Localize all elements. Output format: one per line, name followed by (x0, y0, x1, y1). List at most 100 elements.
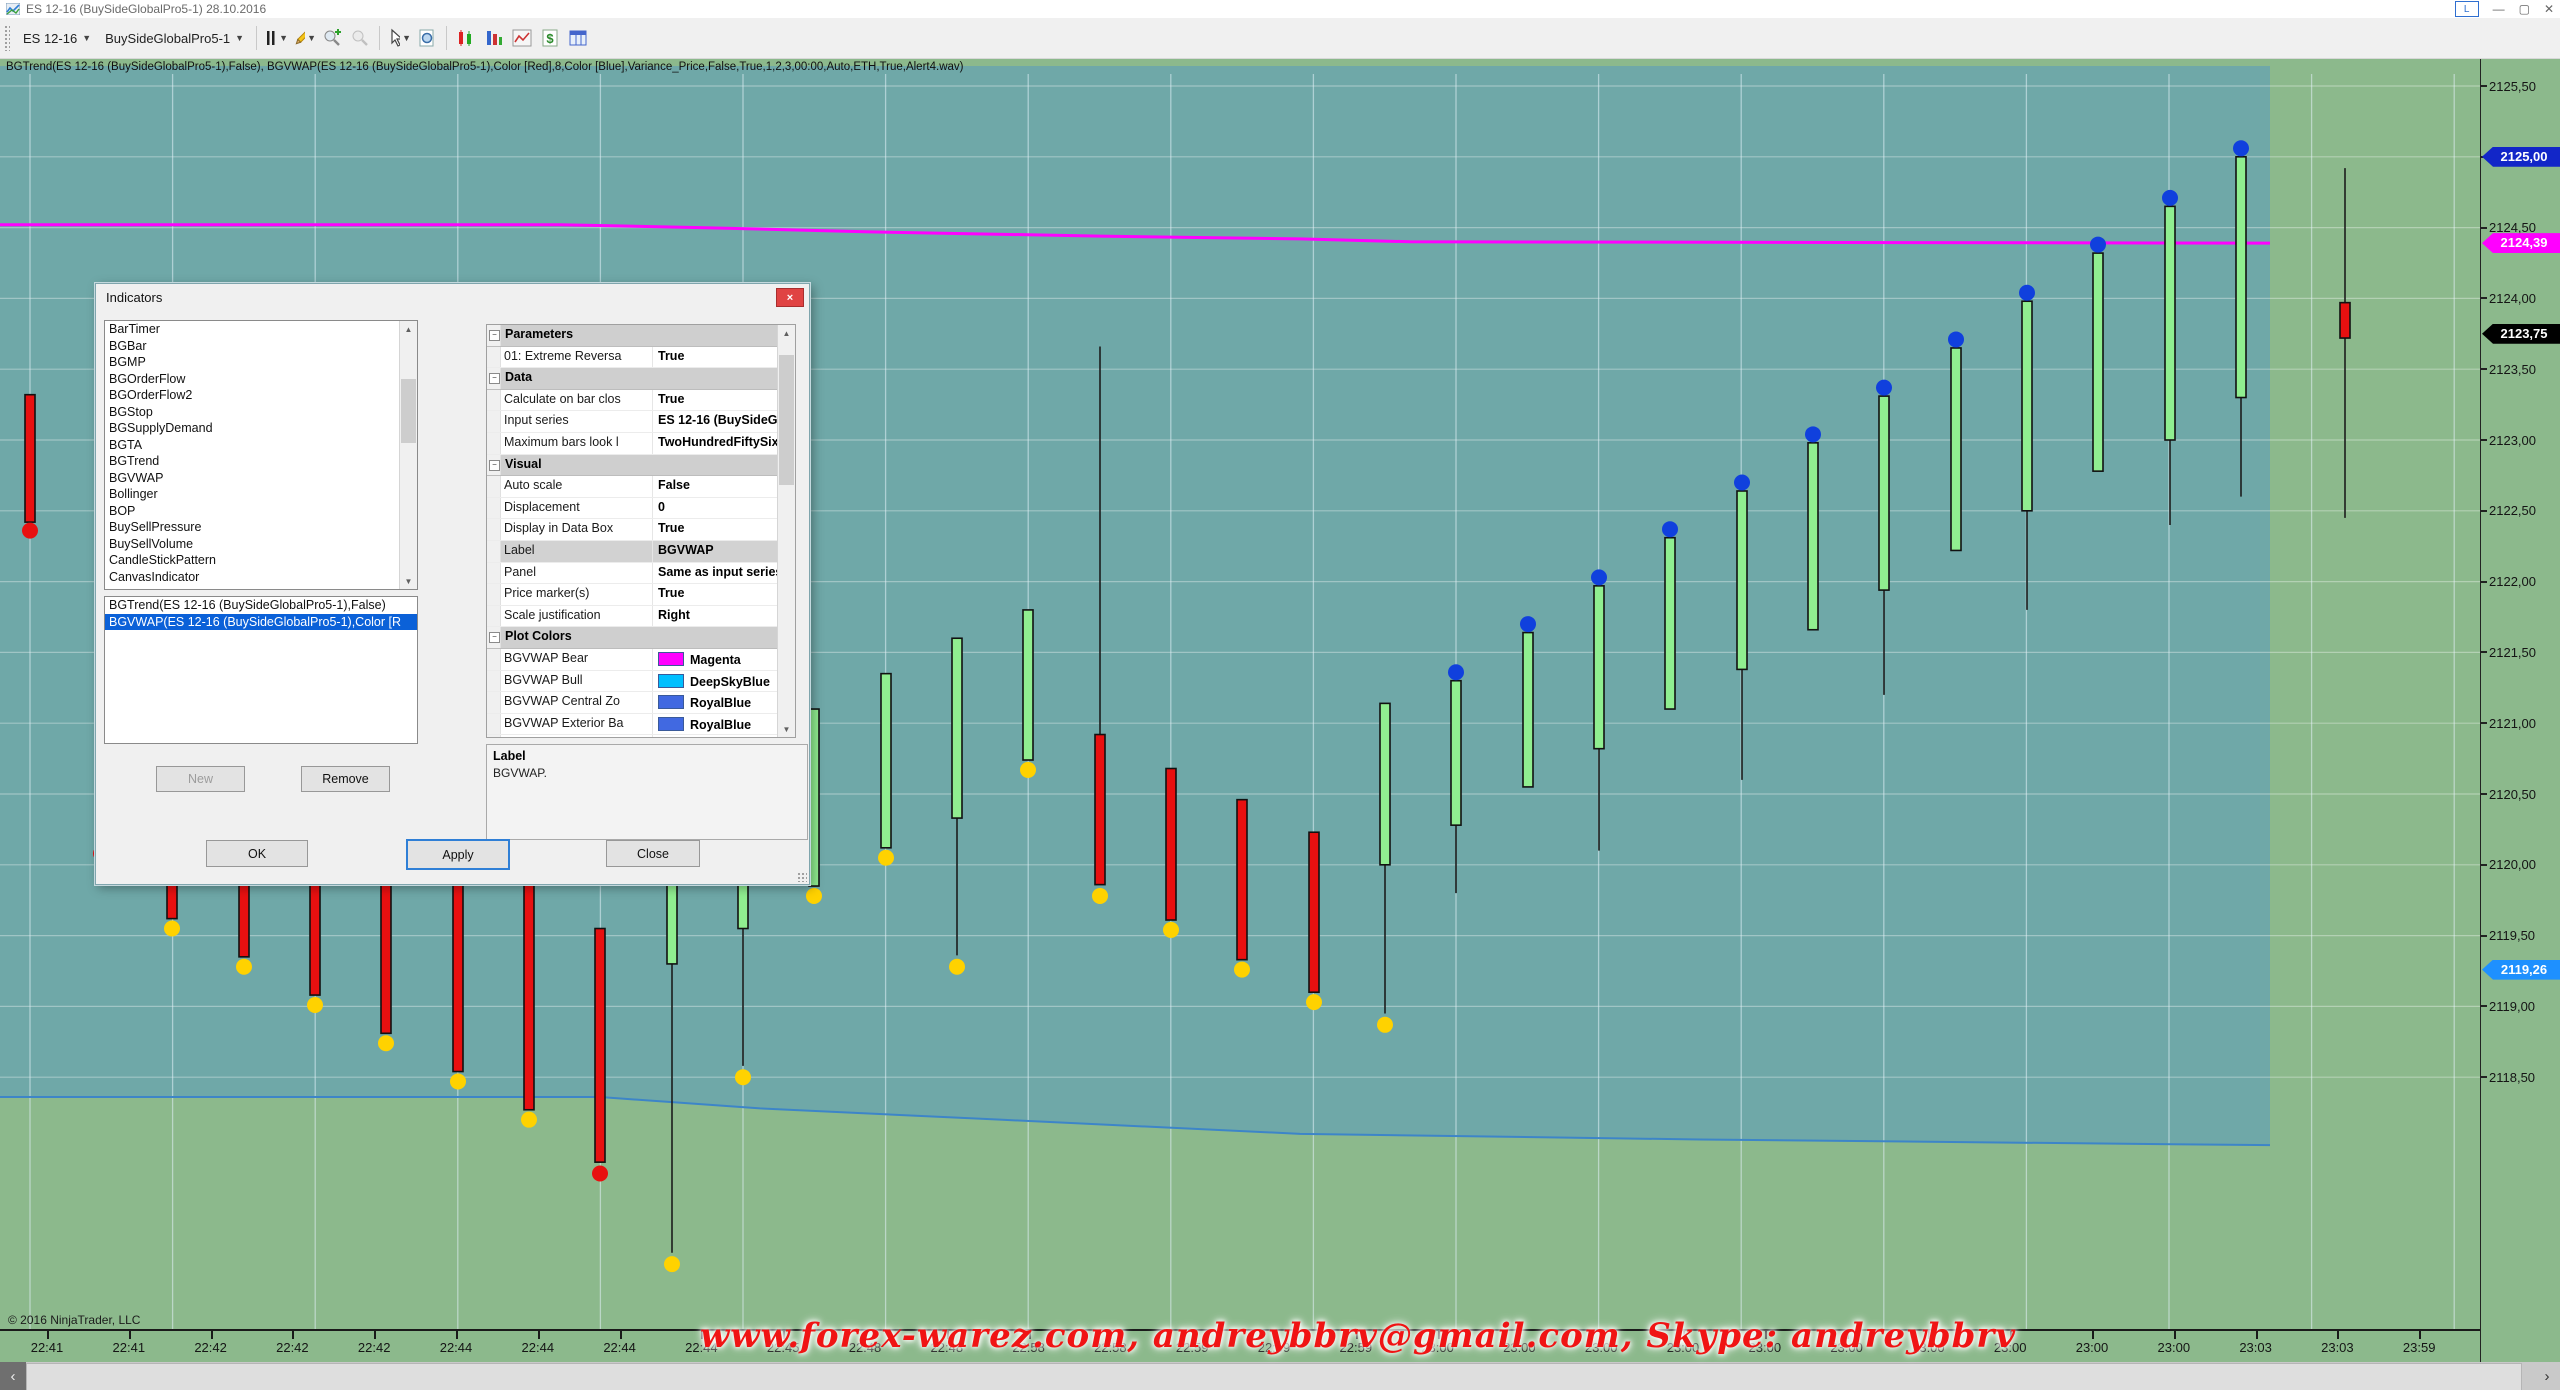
scroll-right-icon[interactable]: › (2534, 1362, 2560, 1390)
property-grid[interactable]: −Parameters01: Extreme ReversaTrue−DataC… (486, 324, 796, 738)
collapse-icon[interactable]: − (489, 632, 500, 643)
property-row[interactable]: Display in Data BoxTrue (487, 519, 795, 541)
property-group-header[interactable]: −Data (487, 368, 795, 390)
configured-indicator-item[interactable]: BGVWAP(ES 12-16 (BuySideGlobalPro5-1),Co… (105, 614, 417, 631)
property-row[interactable]: BGVWAP Exterior BaNavy (487, 735, 795, 738)
grid-scrollbar[interactable]: ▲ ▼ (777, 325, 795, 737)
property-row[interactable]: BGVWAP Central ZoRoyalBlue (487, 692, 795, 714)
indicator-list-item[interactable]: BGStop (105, 404, 417, 421)
cursor-icon[interactable]: ▼ (387, 26, 411, 50)
axis-tick (2481, 935, 2487, 937)
indicator-list-item[interactable]: BGTrend (105, 453, 417, 470)
time-axis-label: 22:41 (22, 1340, 72, 1355)
bar-marker-dot-yellow (450, 1073, 466, 1089)
close-icon[interactable]: ✕ (2544, 2, 2554, 16)
new-button[interactable]: New (156, 766, 245, 792)
property-group-header[interactable]: −Visual (487, 455, 795, 477)
price-axis[interactable]: 2125,502125,002124,502124,002123,502123,… (2480, 58, 2560, 1362)
price-bar-up (2236, 157, 2246, 398)
scrollbar-thumb[interactable] (401, 379, 416, 443)
collapse-icon[interactable]: − (489, 460, 500, 471)
bar-marker-dot-blue (1520, 616, 1536, 632)
property-row[interactable]: Calculate on bar closTrue (487, 390, 795, 412)
collapse-icon[interactable]: − (489, 373, 500, 384)
indicator-list-item[interactable]: BOP (105, 503, 417, 520)
property-row[interactable]: Auto scaleFalse (487, 476, 795, 498)
grid-panel-icon[interactable] (566, 26, 590, 50)
indicator-list-item[interactable]: CanvasIndicator (105, 569, 417, 586)
scroll-down-icon[interactable]: ▼ (778, 721, 795, 737)
zoom-out-icon[interactable] (348, 26, 372, 50)
list-scrollbar[interactable]: ▲ ▼ (399, 321, 417, 589)
axis-tick (2481, 510, 2487, 512)
property-row[interactable]: Input seriesES 12-16 (BuySideGl (487, 411, 795, 433)
horizontal-scrollbar[interactable]: ‹ › (0, 1362, 2560, 1390)
indicator-list-item[interactable]: BarTimer (105, 321, 417, 338)
scroll-up-icon[interactable]: ▲ (400, 321, 417, 337)
bar-marker-dot-blue (1948, 331, 1964, 347)
configured-indicator-item[interactable]: BGTrend(ES 12-16 (BuySideGlobalPro5-1),F… (105, 597, 417, 614)
property-row[interactable]: Displacement0 (487, 498, 795, 520)
property-row[interactable]: BGVWAP BullDeepSkyBlue (487, 671, 795, 693)
indicator-list-item[interactable]: BGMP (105, 354, 417, 371)
indicator-list-item[interactable]: BuySellVolume (105, 536, 417, 553)
property-row[interactable]: Scale justificationRight (487, 606, 795, 628)
close-button[interactable]: Close (606, 840, 700, 867)
indicator-list-item[interactable]: BGOrderFlow (105, 371, 417, 388)
dialog-close-icon[interactable]: × (776, 288, 804, 307)
bar-marker-dot-yellow (664, 1256, 680, 1272)
toolbar-separator (446, 26, 447, 50)
minimize-icon[interactable]: — (2493, 2, 2505, 16)
link-button[interactable]: L (2455, 1, 2479, 17)
zoom-in-icon[interactable] (320, 26, 344, 50)
remove-button[interactable]: Remove (301, 766, 390, 792)
scrollbar-thumb[interactable] (26, 1363, 2522, 1390)
bar-type-icon[interactable]: ▼ (264, 26, 288, 50)
scrollbar-thumb[interactable] (779, 355, 794, 485)
apply-button[interactable]: Apply (406, 839, 510, 870)
dialog-titlebar[interactable]: Indicators (96, 284, 809, 310)
price-bar-up (2022, 301, 2032, 511)
price-bar-up (1380, 703, 1390, 864)
price-bar-up (2093, 253, 2103, 471)
available-indicators-list[interactable]: BarTimerBGBarBGMPBGOrderFlowBGOrderFlow2… (104, 320, 418, 590)
indicator-list-item[interactable]: Bollinger (105, 486, 417, 503)
property-row[interactable]: Price marker(s)True (487, 584, 795, 606)
property-row[interactable]: Maximum bars look lTwoHundredFiftySix (487, 433, 795, 455)
indicator-list-item[interactable]: BGOrderFlow2 (105, 387, 417, 404)
time-axis-label: 23:00 (2149, 1340, 2199, 1355)
line-chart-icon[interactable] (510, 26, 534, 50)
property-row[interactable]: 01: Extreme ReversaTrue (487, 347, 795, 369)
configured-indicators-list[interactable]: BGTrend(ES 12-16 (BuySideGlobalPro5-1),F… (104, 596, 418, 744)
indicator-list-item[interactable]: CandleStickPattern (105, 552, 417, 569)
chevron-down-icon: ▼ (402, 33, 411, 43)
ok-button[interactable]: OK (206, 840, 308, 867)
collapse-icon[interactable]: − (489, 330, 500, 341)
chart-toolbar: ES 12-16▼ BuySideGlobalPro5-1▼ ▼▼▼$ (0, 18, 2560, 59)
strategy-dropdown[interactable]: BuySideGlobalPro5-1▼ (98, 28, 251, 49)
scroll-down-icon[interactable]: ▼ (400, 573, 417, 589)
instrument-dropdown[interactable]: ES 12-16▼ (16, 28, 98, 49)
property-group-header[interactable]: −Plot Colors (487, 627, 795, 649)
toolbar-grip[interactable] (4, 25, 10, 51)
property-group-header[interactable]: −Parameters (487, 325, 795, 347)
indicator-list-item[interactable]: BGBar (105, 338, 417, 355)
scroll-up-icon[interactable]: ▲ (778, 325, 795, 341)
property-row[interactable]: PanelSame as input series (487, 563, 795, 585)
indicator-list-item[interactable]: BuySellPressure (105, 519, 417, 536)
indicator-list-item[interactable]: BGTA (105, 437, 417, 454)
indicator-list-item[interactable]: BGVWAP (105, 470, 417, 487)
chart-style-candles-icon[interactable] (454, 26, 478, 50)
property-row[interactable]: BGVWAP Exterior BaRoyalBlue (487, 714, 795, 736)
dialog-resize-grip[interactable] (797, 872, 807, 882)
indicator-list-item[interactable]: BGSupplyDemand (105, 420, 417, 437)
data-box-icon[interactable] (415, 26, 439, 50)
dollar-icon[interactable]: $ (538, 26, 562, 50)
maximize-icon[interactable]: ▢ (2519, 2, 2530, 16)
property-row[interactable]: LabelBGVWAP (487, 541, 795, 563)
volume-bars-icon[interactable] (482, 26, 506, 50)
time-axis-label: 23:03 (2312, 1340, 2362, 1355)
property-row[interactable]: BGVWAP BearMagenta (487, 649, 795, 671)
scroll-left-icon[interactable]: ‹ (0, 1362, 26, 1390)
drawing-tools-icon[interactable]: ▼ (292, 26, 316, 50)
